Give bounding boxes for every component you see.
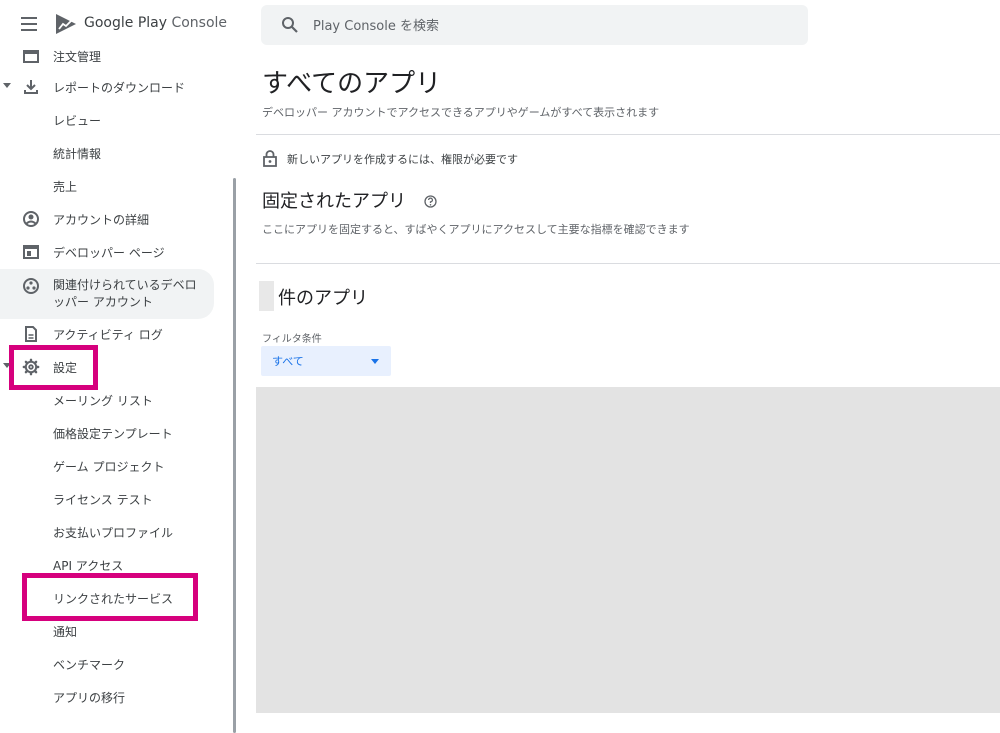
sidebar-item-activity-log[interactable]: アクティビティ ログ <box>0 318 214 350</box>
sidebar-item-developer-page[interactable]: デベロッパー ページ <box>0 236 214 268</box>
sidebar-item-label: デベロッパー ページ <box>53 245 165 260</box>
account-circle-icon <box>23 211 39 227</box>
pinned-apps-description: ここにアプリを固定すると、すばやくアプリにアクセスして主要な指標を確認できます <box>262 223 690 236</box>
sidebar-item-api-access[interactable]: API アクセス <box>0 549 214 581</box>
sidebar-item-label: リンクされたサービス <box>53 591 174 606</box>
sidebar-item-account-details[interactable]: アカウントの詳細 <box>0 203 214 235</box>
divider <box>256 263 1000 264</box>
sidebar-scrollbar[interactable] <box>233 178 236 733</box>
search-input[interactable] <box>311 5 795 47</box>
sidebar-item-linked-services[interactable]: リンクされたサービス <box>0 582 214 614</box>
search-icon <box>282 17 298 33</box>
gear-icon <box>22 358 40 376</box>
sidebar-item-label: アクティビティ ログ <box>53 327 163 342</box>
sidebar-item-statistics[interactable]: 統計情報 <box>0 137 214 169</box>
sidebar-item-notifications[interactable]: 通知 <box>0 615 214 647</box>
sidebar: 注文管理 レポートのダウンロード レビュー 統計情報 売上 アカウントの詳細 デ… <box>0 0 240 733</box>
chevron-down-icon <box>371 359 379 364</box>
search-bar[interactable] <box>261 5 808 47</box>
expand-caret-icon[interactable] <box>3 363 11 368</box>
sidebar-item-game-projects[interactable]: ゲーム プロジェクト <box>0 450 214 482</box>
sidebar-item-benchmarks[interactable]: ベンチマーク <box>0 648 214 680</box>
sidebar-item-linked-developer-accounts[interactable]: 関連付けられているデベロ ッパー アカウント <box>0 269 214 319</box>
filter-label: フィルタ条件 <box>262 334 322 345</box>
app-header: Google Play Console <box>0 0 240 48</box>
sidebar-item-settings[interactable]: 設定 <box>0 351 214 383</box>
app-count-placeholder <box>259 281 274 311</box>
pinned-apps-heading: 固定されたアプリ <box>262 191 406 212</box>
page-title: すべてのアプリ <box>262 69 442 99</box>
sidebar-item-payments-profile[interactable]: お支払いプロファイル <box>0 516 214 548</box>
sidebar-item-label: API アクセス <box>53 558 124 573</box>
order-icon <box>23 50 39 63</box>
sidebar-item-license-testing[interactable]: ライセンス テスト <box>0 483 214 515</box>
play-console-logo-icon <box>56 14 76 34</box>
filter-dropdown[interactable]: すべて <box>261 346 391 376</box>
sidebar-item-label: 設定 <box>53 360 78 375</box>
sidebar-item-reviews[interactable]: レビュー <box>0 104 214 136</box>
expand-caret-icon[interactable] <box>3 83 11 88</box>
sidebar-item-label: レビュー <box>53 113 102 128</box>
divider <box>256 134 1000 135</box>
filter-selected-value: すべて <box>272 355 304 368</box>
sidebar-item-label: 注文管理 <box>53 49 102 64</box>
sidebar-item-label: 売上 <box>53 179 78 194</box>
sidebar-item-label: 通知 <box>53 624 78 639</box>
page-subtitle: デベロッパー アカウントでアクセスできるアプリやゲームがすべて表示されます <box>262 106 660 119</box>
linked-accounts-icon <box>23 278 39 294</box>
sidebar-item-earnings[interactable]: 売上 <box>0 170 214 202</box>
sidebar-item-label-line2: ッパー アカウント <box>53 295 153 309</box>
sidebar-item-label: レポートのダウンロード <box>53 80 186 95</box>
sidebar-item-label: お支払いプロファイル <box>53 525 174 540</box>
sidebar-item-label: 統計情報 <box>53 146 102 161</box>
activity-log-icon <box>25 326 37 342</box>
menu-icon[interactable] <box>18 14 40 34</box>
sidebar-item-report-downloads[interactable]: レポートのダウンロード <box>0 71 214 103</box>
sidebar-item-label: アカウントの詳細 <box>53 212 150 227</box>
permission-notice-text: 新しいアプリを作成するには、権限が必要です <box>287 153 518 166</box>
sidebar-item-label: 関連付けられているデベロ <box>53 278 197 292</box>
web-page-icon <box>23 245 39 259</box>
sidebar-item-pricing-templates[interactable]: 価格設定テンプレート <box>0 417 214 449</box>
download-icon <box>24 80 38 94</box>
brand-name: Google Play Console <box>84 15 228 31</box>
sidebar-item-label: ベンチマーク <box>53 657 126 672</box>
sidebar-item-label: ライセンス テスト <box>53 492 153 507</box>
sidebar-item-label: アプリの移行 <box>53 690 126 705</box>
app-count-heading: 件のアプリ <box>278 288 368 309</box>
sidebar-item-label: メーリング リスト <box>53 393 153 408</box>
apps-list-placeholder <box>256 387 1000 713</box>
lock-icon <box>263 150 277 167</box>
sidebar-item-label: ゲーム プロジェクト <box>53 459 165 474</box>
sidebar-item-label: 価格設定テンプレート <box>53 426 173 441</box>
sidebar-item-mailing-list[interactable]: メーリング リスト <box>0 384 214 416</box>
help-icon[interactable] <box>424 195 437 208</box>
sidebar-item-app-migration[interactable]: アプリの移行 <box>0 681 214 713</box>
